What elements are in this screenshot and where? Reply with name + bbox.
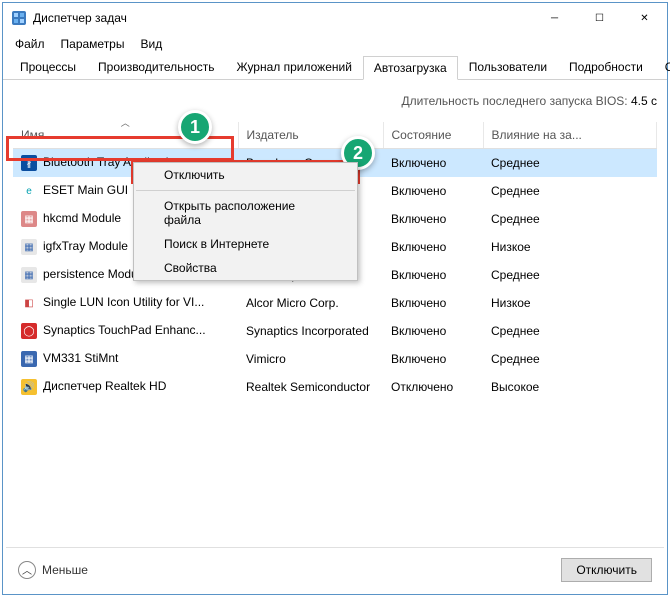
tab-app-history[interactable]: Журнал приложений xyxy=(226,55,363,79)
row-name: persistence Module xyxy=(43,267,147,281)
disable-button[interactable]: Отключить xyxy=(561,558,652,582)
minimize-button[interactable]: ─ xyxy=(532,3,577,33)
menu-options[interactable]: Параметры xyxy=(53,35,133,53)
row-state: Включено xyxy=(383,149,483,178)
row-name: Диспетчер Realtek HD xyxy=(43,379,166,393)
menu-bar: Файл Параметры Вид xyxy=(3,33,667,55)
row-impact: Низкое xyxy=(483,289,657,317)
tab-users[interactable]: Пользователи xyxy=(458,55,558,79)
row-name: Single LUN Icon Utility for VI... xyxy=(43,295,204,309)
ctx-properties[interactable]: Свойства xyxy=(134,256,357,280)
table-row[interactable]: ◯ Synaptics TouchPad Enhanc... Synaptics I… xyxy=(13,317,657,345)
table-row[interactable]: 🔊 Диспетчер Realtek HD Realtek Semiconduct… xyxy=(13,373,657,401)
app-row-icon: ▦ xyxy=(21,239,37,255)
row-publisher: Alcor Micro Corp. xyxy=(238,289,383,317)
row-state: Включено xyxy=(383,205,483,233)
row-state: Включено xyxy=(383,233,483,261)
ctx-sep xyxy=(136,190,355,191)
fewer-button[interactable]: ︿ Меньше xyxy=(18,561,88,579)
app-row-icon: ▦ xyxy=(21,211,37,227)
row-name: igfxTray Module xyxy=(43,239,128,253)
col-name[interactable]: ︿Имя xyxy=(13,122,238,149)
row-publisher: Vimicro xyxy=(238,345,383,373)
app-row-icon: 🔊 xyxy=(21,379,37,395)
maximize-button[interactable]: ☐ xyxy=(577,3,622,33)
tab-processes[interactable]: Процессы xyxy=(9,55,87,79)
row-state: Включено xyxy=(383,345,483,373)
row-impact: Высокое xyxy=(483,373,657,401)
app-row-icon: ▦ xyxy=(21,351,37,367)
col-state[interactable]: Состояние xyxy=(383,122,483,149)
table-row[interactable]: ▦ VM331 StiMnt VimicroВключеноСреднее xyxy=(13,345,657,373)
ctx-disable[interactable]: Отключить xyxy=(134,163,357,187)
app-row-icon: e xyxy=(21,183,37,199)
ctx-search-online[interactable]: Поиск в Интернете xyxy=(134,232,357,256)
tab-performance[interactable]: Производительность xyxy=(87,55,225,79)
row-name: ESET Main GUI xyxy=(43,183,128,197)
row-impact: Среднее xyxy=(483,261,657,289)
chevron-up-icon: ︿ xyxy=(18,561,36,579)
row-impact: Среднее xyxy=(483,177,657,205)
app-row-icon: ◧ xyxy=(21,295,37,311)
row-name: hkcmd Module xyxy=(43,211,121,225)
row-impact: Среднее xyxy=(483,345,657,373)
row-state: Отключено xyxy=(383,373,483,401)
sort-asc-icon: ︿ xyxy=(121,116,130,129)
row-publisher: Synaptics Incorporated xyxy=(238,317,383,345)
row-state: Включено xyxy=(383,177,483,205)
row-name: Synaptics TouchPad Enhanc... xyxy=(43,323,206,337)
bios-time-label: Длительность последнего запуска BIOS: 4.… xyxy=(13,88,657,122)
row-state: Включено xyxy=(383,289,483,317)
close-button[interactable]: ✕ xyxy=(622,3,667,33)
row-name: VM331 StiMnt xyxy=(43,351,118,365)
col-impact[interactable]: Влияние на за... xyxy=(483,122,657,149)
menu-view[interactable]: Вид xyxy=(132,35,170,53)
app-row-icon: ▦ xyxy=(21,267,37,283)
tab-details[interactable]: Подробности xyxy=(558,55,654,79)
row-publisher: Realtek Semiconductor xyxy=(238,373,383,401)
row-state: Включено xyxy=(383,317,483,345)
app-row-icon: ∦ xyxy=(21,155,37,171)
ctx-open-location[interactable]: Открыть расположение файла xyxy=(134,194,357,232)
app-icon xyxy=(11,10,27,26)
tab-startup[interactable]: Автозагрузка xyxy=(363,56,458,80)
row-state: Включено xyxy=(383,261,483,289)
table-row[interactable]: ◧ Single LUN Icon Utility for VI... Alcor … xyxy=(13,289,657,317)
row-impact: Низкое xyxy=(483,233,657,261)
col-publisher[interactable]: Издатель xyxy=(238,122,383,149)
context-menu: Отключить Открыть расположение файла Пои… xyxy=(133,162,358,281)
row-impact: Среднее xyxy=(483,205,657,233)
app-row-icon: ◯ xyxy=(21,323,37,339)
window-title: Диспетчер задач xyxy=(33,11,532,25)
tab-services[interactable]: Службы xyxy=(654,55,670,79)
menu-file[interactable]: Файл xyxy=(7,35,53,53)
tabs: Процессы Производительность Журнал прило… xyxy=(3,55,667,80)
row-impact: Среднее xyxy=(483,149,657,178)
row-impact: Среднее xyxy=(483,317,657,345)
